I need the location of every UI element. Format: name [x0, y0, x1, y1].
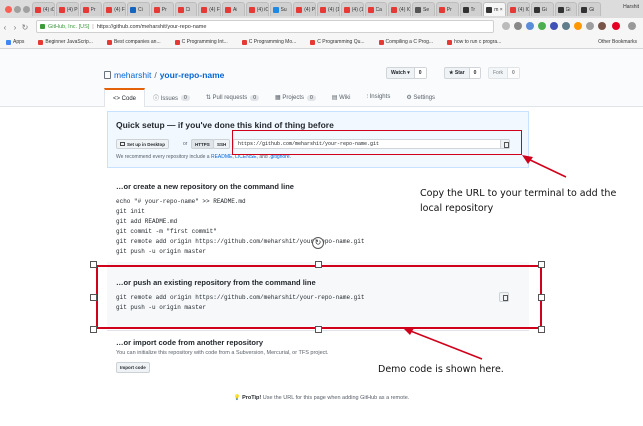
rotate-handle-icon[interactable]: ↻ — [312, 237, 324, 249]
resize-handle[interactable] — [538, 294, 545, 301]
resize-handle[interactable] — [538, 326, 545, 333]
annotation-copy-url: Copy the URL to your terminal to add the… — [420, 188, 617, 214]
resize-handle[interactable] — [538, 261, 545, 268]
resize-handle[interactable] — [315, 326, 322, 333]
resize-handle[interactable] — [90, 326, 97, 333]
annotation-demo-code: Demo code is shown here. — [378, 364, 504, 375]
resize-handle[interactable] — [315, 261, 322, 268]
resize-handle[interactable] — [90, 294, 97, 301]
resize-handle[interactable] — [90, 261, 97, 268]
selection-box — [96, 265, 542, 329]
